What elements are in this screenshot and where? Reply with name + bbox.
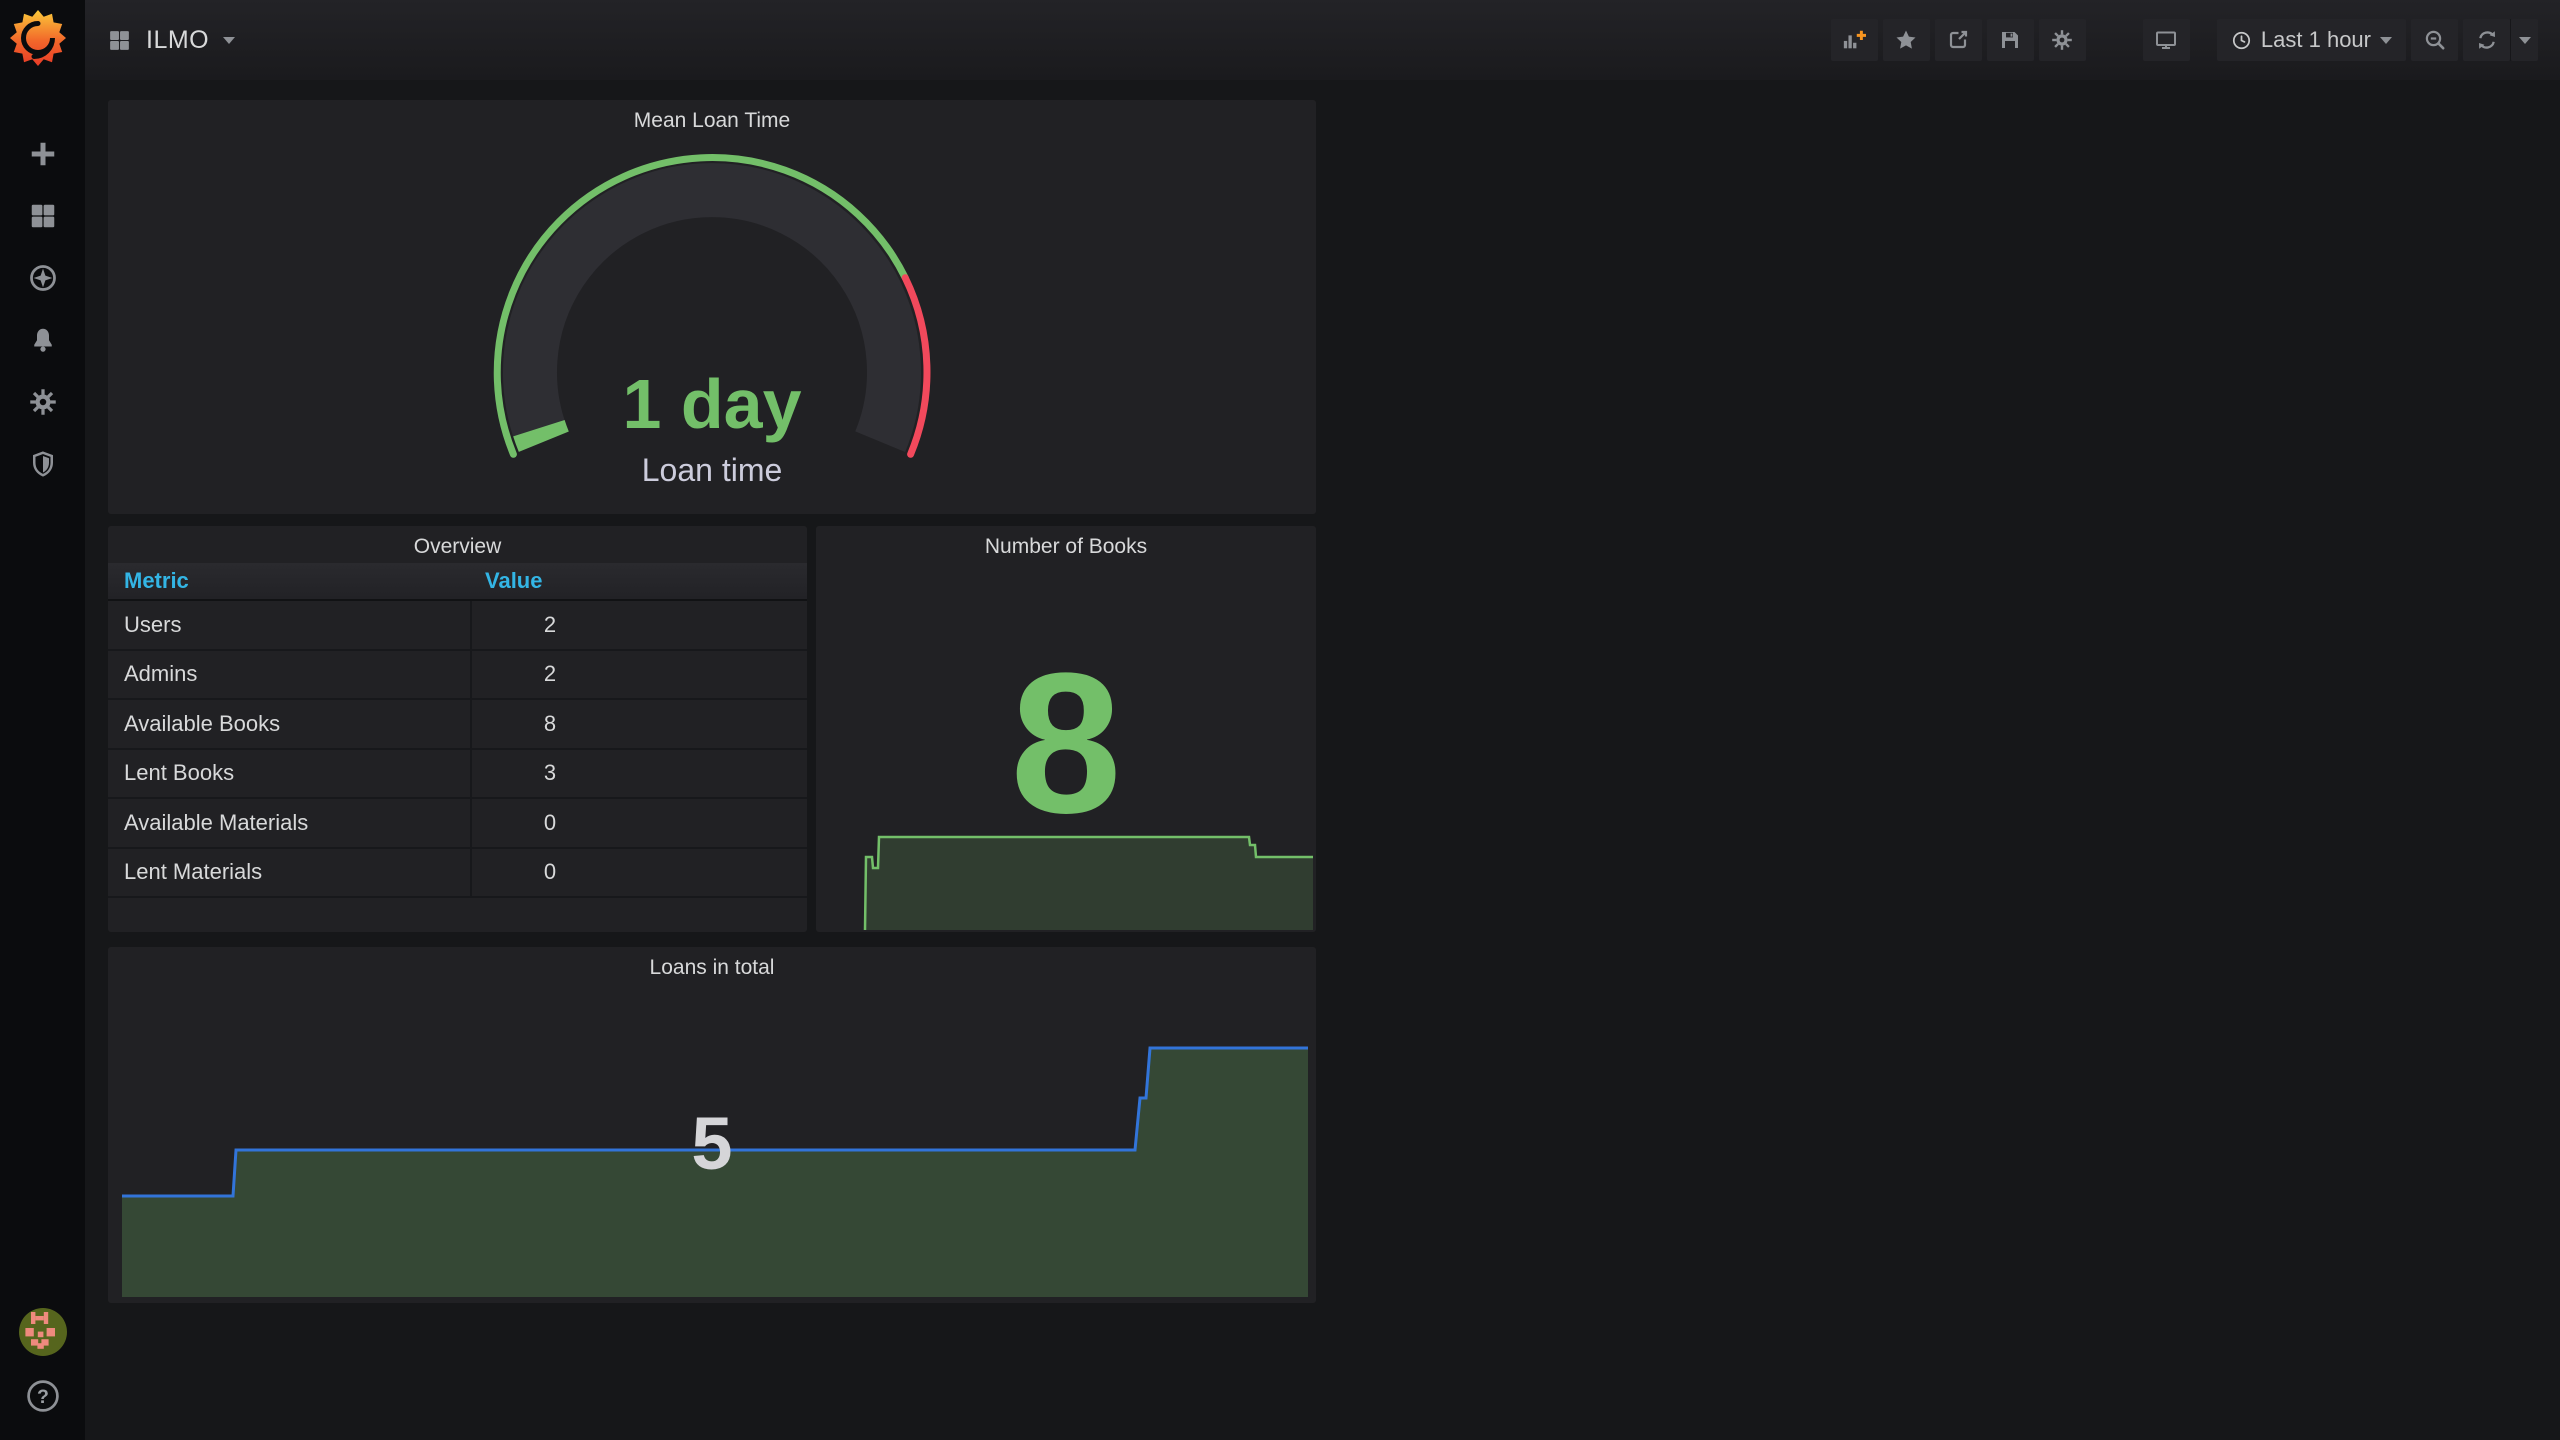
chevron-down-icon (223, 36, 236, 44)
column-header-metric[interactable]: Metric (124, 568, 189, 594)
grafana-app: ? ILMO Last 1 hour Mean Loan Time 1 day … (0, 0, 2560, 1440)
panel-overview: Overview Metric Value Users 2 Admins 2 A… (108, 526, 807, 932)
mark-favorite-button[interactable] (1882, 19, 1930, 61)
cell-metric: Admins (124, 661, 198, 687)
table-row: Lent Materials 0 (108, 849, 807, 898)
panel-title[interactable]: Overview (108, 535, 807, 559)
sidebar-item-configuration[interactable] (0, 386, 85, 417)
panel-title[interactable]: Number of Books (816, 535, 1316, 559)
dashboard-picker[interactable]: ILMO (107, 25, 236, 55)
cell-metric: Available Materials (124, 809, 309, 835)
add-panel-button[interactable] (1830, 19, 1878, 61)
plus-icon (31, 142, 54, 165)
svg-text:?: ? (37, 1386, 49, 1408)
column-header-value[interactable]: Value (485, 568, 542, 594)
star-icon (1896, 30, 1916, 49)
refresh-group (2463, 19, 2538, 61)
grid-icon (31, 204, 54, 227)
dashboard-grid-icon (110, 30, 129, 50)
panel-loans-in-total: Loans in total 5 (108, 947, 1316, 1303)
cell-metric: Lent Books (124, 760, 235, 786)
save-dashboard-button[interactable] (1986, 19, 2034, 61)
gear-icon (2052, 30, 2073, 50)
sidebar-item-create[interactable] (0, 138, 85, 169)
refresh-interval-dropdown[interactable] (2511, 19, 2538, 61)
cell-value: 3 (543, 760, 557, 786)
dashboard-title: ILMO (146, 25, 210, 54)
gear-icon (29, 388, 56, 415)
table-body: Users 2 Admins 2 Available Books 8 Lent … (108, 601, 807, 898)
table-header: Metric Value (108, 563, 807, 601)
help-button[interactable]: ? (25, 1378, 61, 1414)
cell-value: 8 (543, 710, 557, 736)
panel-number-of-books: Number of Books 8 (816, 526, 1316, 932)
sidebar-item-dashboards[interactable] (0, 200, 85, 231)
panel-title[interactable]: Loans in total (108, 956, 1316, 980)
bell-icon (33, 328, 52, 352)
sidebar-item-explore[interactable] (0, 262, 85, 293)
share-dashboard-button[interactable] (1934, 19, 1982, 61)
monitor-icon (2156, 31, 2177, 49)
dashboard-settings-button[interactable] (2038, 19, 2086, 61)
refresh-icon (2478, 31, 2495, 49)
zoom-out-icon (2425, 30, 2444, 50)
gauge-label: Loan time (641, 452, 783, 488)
gauge-value: 1 day (622, 365, 802, 443)
zoom-out-time-button[interactable] (2411, 19, 2458, 61)
navbar-tools: Last 1 hour (1826, 19, 2538, 61)
stat-value: 5 (691, 1102, 733, 1185)
sidebar-menu (0, 138, 85, 479)
grafana-flame-icon (10, 10, 66, 66)
cell-value: 0 (543, 859, 557, 885)
sidebar-bottom: ? (0, 1308, 85, 1414)
column-divider (470, 601, 472, 898)
question-icon: ? (26, 1380, 59, 1412)
chevron-down-icon (2518, 36, 2531, 44)
save-icon (2002, 32, 2019, 48)
panel-title[interactable]: Mean Loan Time (108, 109, 1316, 133)
chevron-down-icon (2380, 36, 2392, 44)
cell-metric: Users (124, 611, 182, 637)
table-row: Available Books 8 (108, 700, 807, 750)
stat-value: 8 (1010, 632, 1122, 855)
sidebar-item-server-admin[interactable] (0, 448, 85, 479)
time-range-picker[interactable]: Last 1 hour (2216, 19, 2406, 61)
cell-value: 2 (543, 661, 557, 687)
share-icon (1950, 30, 1968, 49)
user-avatar[interactable] (18, 1308, 67, 1356)
add-panel-icon (1844, 30, 1867, 49)
clock-icon (2232, 31, 2250, 49)
top-navbar: ILMO Last 1 hour (85, 0, 2560, 80)
table-row: Admins 2 (108, 651, 807, 700)
shield-icon (32, 450, 53, 477)
compass-icon (29, 264, 56, 291)
avatar-image (18, 1308, 67, 1356)
cycle-view-mode-button[interactable] (2142, 19, 2190, 61)
time-range-label: Last 1 hour (2260, 27, 2371, 52)
cell-metric: Lent Materials (124, 859, 263, 885)
sidebar-item-alerting[interactable] (0, 324, 85, 355)
refresh-dashboard-button[interactable] (2463, 19, 2510, 61)
cell-value: 0 (543, 809, 557, 835)
cell-value: 2 (543, 611, 557, 637)
cell-metric: Available Books (124, 710, 281, 736)
table-row: Available Materials 0 (108, 799, 807, 849)
panel-mean-loan-time: Mean Loan Time 1 day Loan time (108, 100, 1316, 514)
table-row: Lent Books 3 (108, 750, 807, 799)
sidebar: ? (0, 0, 85, 1440)
table-row: Users 2 (108, 601, 807, 651)
grafana-logo[interactable] (9, 9, 67, 67)
